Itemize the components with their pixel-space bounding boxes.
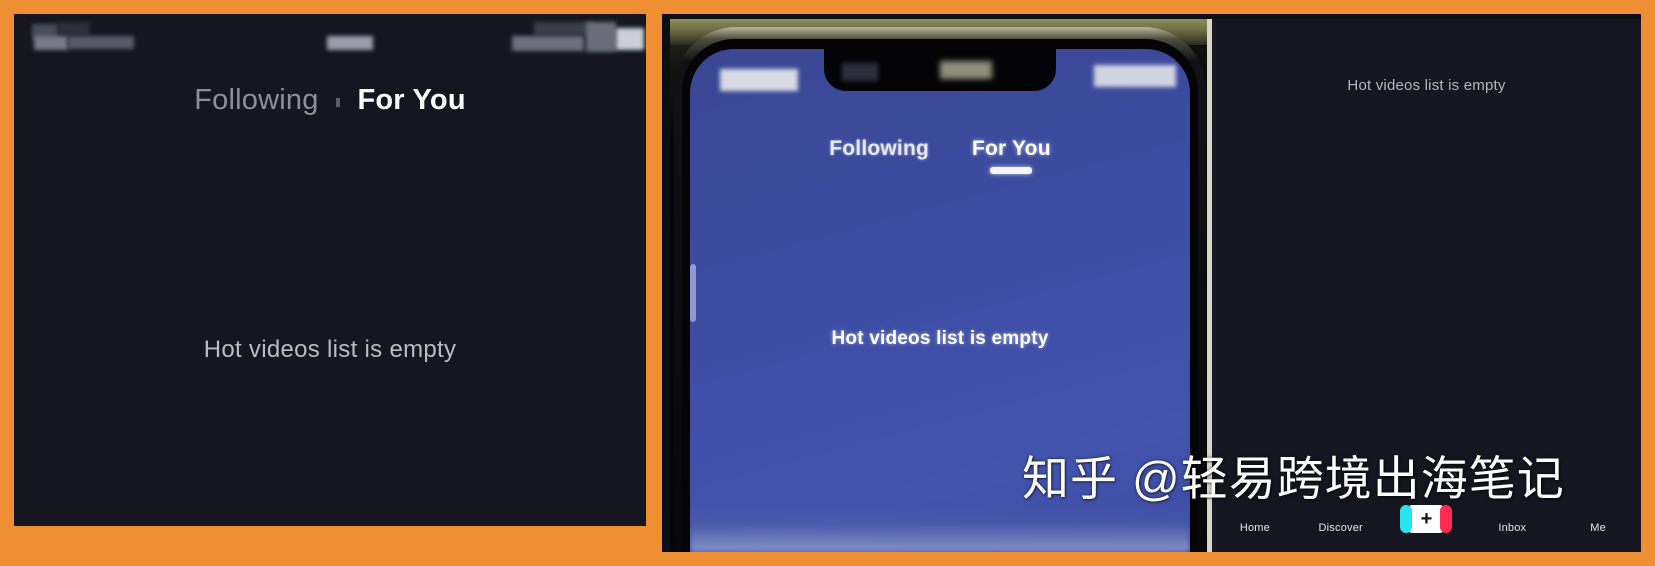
nav-item-home[interactable]: Home (1212, 522, 1298, 534)
redaction-block (327, 36, 373, 50)
nav-item-inbox[interactable]: Inbox (1469, 522, 1555, 534)
scroll-indicator (690, 264, 696, 322)
redaction-block (58, 22, 90, 35)
phone-tab-bar[interactable]: Following For You (690, 137, 1190, 174)
capture-empty-state-text: Hot videos list is empty (1347, 77, 1506, 94)
tab-following[interactable]: Following (829, 137, 929, 160)
redaction-block (720, 69, 798, 91)
tab-for-you[interactable]: For You (971, 137, 1051, 174)
redaction-block (842, 63, 878, 81)
left-tab-bar[interactable]: Following For You (14, 84, 646, 117)
nav-item-create[interactable]: + (1384, 505, 1470, 534)
tab-for-you[interactable]: For You (357, 84, 465, 116)
nav-me-label: Me (1590, 522, 1606, 534)
redaction-block (68, 36, 134, 49)
nav-item-me[interactable]: Me (1555, 522, 1641, 534)
redaction-block (940, 61, 992, 79)
nav-inbox-label: Inbox (1498, 522, 1527, 534)
nav-item-discover[interactable]: Discover (1298, 522, 1384, 534)
nav-home-label: Home (1239, 522, 1270, 534)
phone-empty-state-text: Hot videos list is empty (831, 328, 1049, 349)
phone-status-bar-redacted (690, 49, 1190, 97)
redaction-block (1094, 65, 1176, 87)
left-empty-state-text: Hot videos list is empty (203, 336, 457, 363)
redaction-block (534, 22, 594, 35)
active-tab-underline (990, 167, 1033, 174)
redaction-block (34, 36, 68, 50)
redaction-block (512, 36, 584, 51)
left-status-bar-redacted (14, 14, 646, 58)
tab-separator-dot (336, 98, 341, 108)
tab-following[interactable]: Following (194, 84, 318, 116)
plus-glyph: + (1420, 508, 1433, 530)
bottom-blur-strip (690, 504, 1190, 552)
redaction-block (586, 22, 616, 52)
screenshot-root: Following For You Hot videos list is emp… (0, 0, 1655, 566)
nav-discover-label: Discover (1318, 522, 1363, 534)
tab-for-you-label: For You (971, 137, 1051, 160)
plus-icon[interactable]: + (1400, 505, 1453, 533)
redaction-block (616, 28, 644, 50)
left-app-screenshot: Following For You Hot videos list is emp… (14, 14, 646, 526)
zhihu-watermark: 知乎 @轻易跨境出海笔记 (1022, 452, 1565, 505)
